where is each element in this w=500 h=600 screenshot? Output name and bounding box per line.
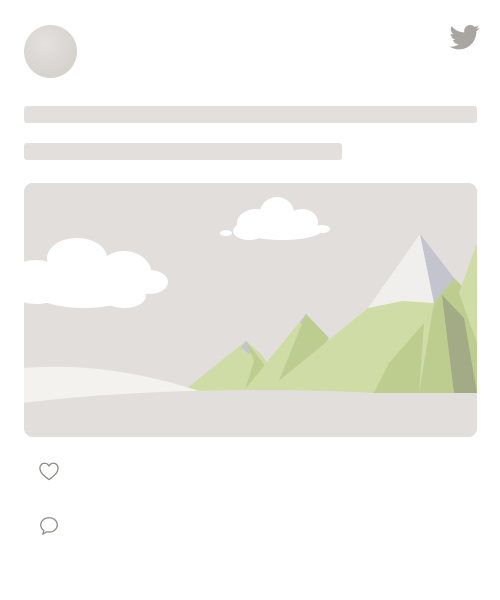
avatar[interactable] xyxy=(24,25,77,78)
media-image-placeholder[interactable] xyxy=(24,183,477,437)
ground xyxy=(24,390,477,437)
tweet-card-skeleton xyxy=(0,0,500,600)
speech-bubble-icon xyxy=(40,517,58,535)
text-placeholder-line-2 xyxy=(24,143,342,160)
like-button[interactable] xyxy=(36,458,62,484)
twitter-bird-icon[interactable] xyxy=(449,22,481,52)
heart-icon xyxy=(39,462,59,481)
reply-button[interactable] xyxy=(36,513,62,539)
landscape-placeholder-icon xyxy=(24,183,477,437)
text-placeholder-line-1 xyxy=(24,106,477,123)
